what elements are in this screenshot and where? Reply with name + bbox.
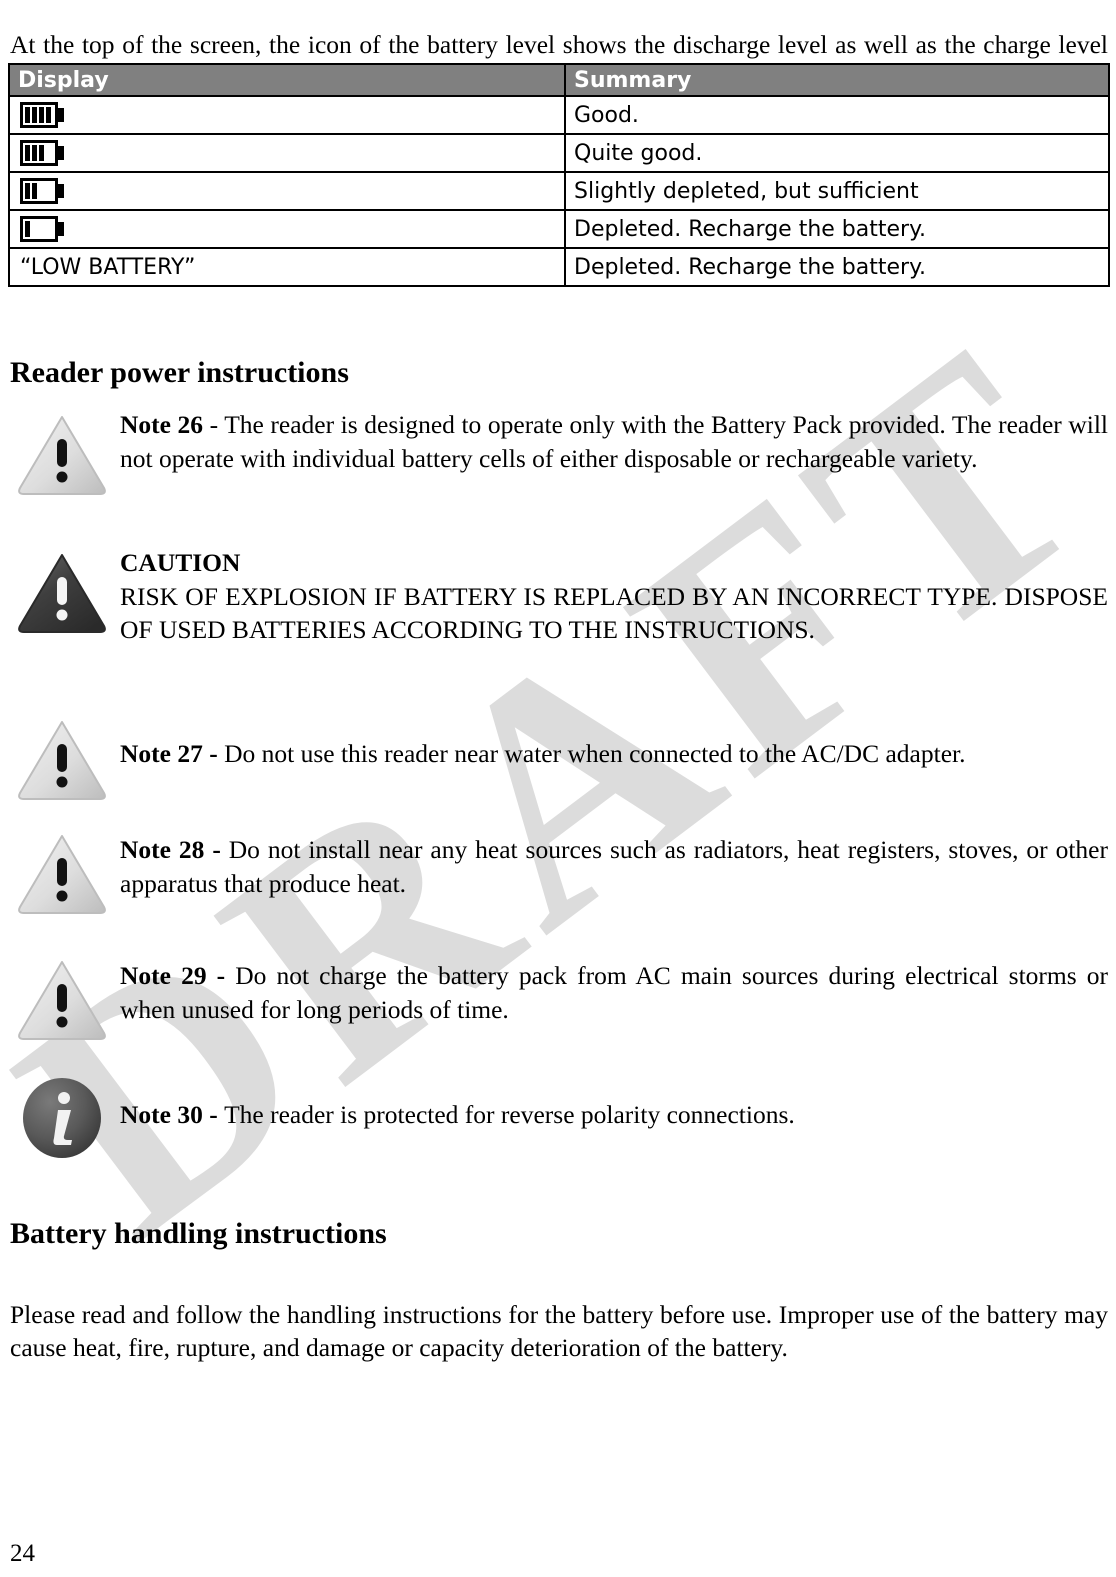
note-26-text: Note 26 - The reader is designed to oper… [120,408,1108,475]
low-battery-label: “LOW BATTERY” [8,247,566,287]
caution-title: CAUTION [120,548,241,577]
display-cell [8,133,566,173]
note-26-lead: Note 26 [120,410,204,439]
heading-reader-power-instructions: Reader power instructions [10,355,349,389]
warning-triangle-light-icon [14,713,110,809]
note-30-body: The reader is protected for reverse pola… [224,1100,795,1129]
note-26-body: The reader is designed to operate only w… [120,410,1109,473]
note-block-28: Note 28 - Do not install near any heat s… [10,827,1108,914]
summary-cell: Depleted. Recharge the battery. [564,247,1110,287]
note-block-29: Note 29 - Do not charge the battery pack… [10,953,1108,1040]
column-header-display: Display [8,63,566,97]
table-row: Good. [8,95,1110,135]
note-block-30: Note 30 - The reader is protected for re… [10,1072,1108,1158]
page-number: 24 [10,1540,35,1567]
table-header-row: Display Summary [8,63,1110,97]
warning-triangle-dark-icon [14,546,110,642]
note-30-lead: Note 30 - [120,1100,225,1129]
table-row: Quite good. [8,133,1110,173]
note-28-lead: Note 28 - [120,835,229,864]
column-header-summary: Summary [564,63,1110,97]
battery-level-table: Display Summary Good. Quite good. Slight… [8,63,1110,287]
note-28-body: Do not install near any heat sources suc… [120,835,1108,898]
note-block-26: Note 26 - The reader is designed to oper… [10,408,1108,495]
note-29-text: Note 29 - Do not charge the battery pack… [120,953,1108,1026]
table-row: Depleted. Recharge the battery. [8,209,1110,249]
summary-cell: Depleted. Recharge the battery. [564,209,1110,249]
battery-two-bars-icon [20,178,66,204]
caution-body: RISK OF EXPLOSION IF BATTERY IS REPLACED… [120,581,1108,645]
note-27-body: Do not use this reader near water when c… [224,739,966,768]
display-cell [8,209,566,249]
caution-text: CAUTION RISK OF EXPLOSION IF BATTERY IS R… [120,546,1108,647]
table-row: Slightly depleted, but sufficient [8,171,1110,211]
battery-three-bars-icon [20,140,66,166]
display-cell [8,95,566,135]
note-block-27: Note 27 - Do not use this reader near wa… [10,713,1108,800]
summary-cell: Good. [564,95,1110,135]
note-28-text: Note 28 - Do not install near any heat s… [120,827,1108,900]
heading-battery-handling-instructions: Battery handling instructions [10,1216,387,1250]
note-30-text: Note 30 - The reader is protected for re… [120,1072,1108,1132]
warning-triangle-light-icon [14,953,110,1049]
summary-cell: Quite good. [564,133,1110,173]
note-27-lead: Note 27 - [120,739,225,768]
battery-one-bar-icon [20,216,66,242]
note-29-body: Do not charge the battery pack from AC m… [120,961,1108,1024]
note-29-lead: Note 29 - [120,961,236,990]
display-cell [8,171,566,211]
closing-paragraph: Please read and follow the handling inst… [10,1299,1108,1362]
info-circle-icon [14,1072,110,1168]
warning-triangle-light-icon [14,827,110,923]
note-26-separator: - [203,410,225,439]
note-27-text: Note 27 - Do not use this reader near wa… [120,713,1108,771]
document-page: At the top of the screen, the icon of th… [0,0,1116,1577]
summary-cell: Slightly depleted, but sufficient [564,171,1110,211]
battery-full-icon [20,102,66,128]
note-block-caution: CAUTION RISK OF EXPLOSION IF BATTERY IS R… [10,546,1108,647]
warning-triangle-light-icon [14,408,110,504]
table-row: “LOW BATTERY” Depleted. Recharge the bat… [8,247,1110,287]
